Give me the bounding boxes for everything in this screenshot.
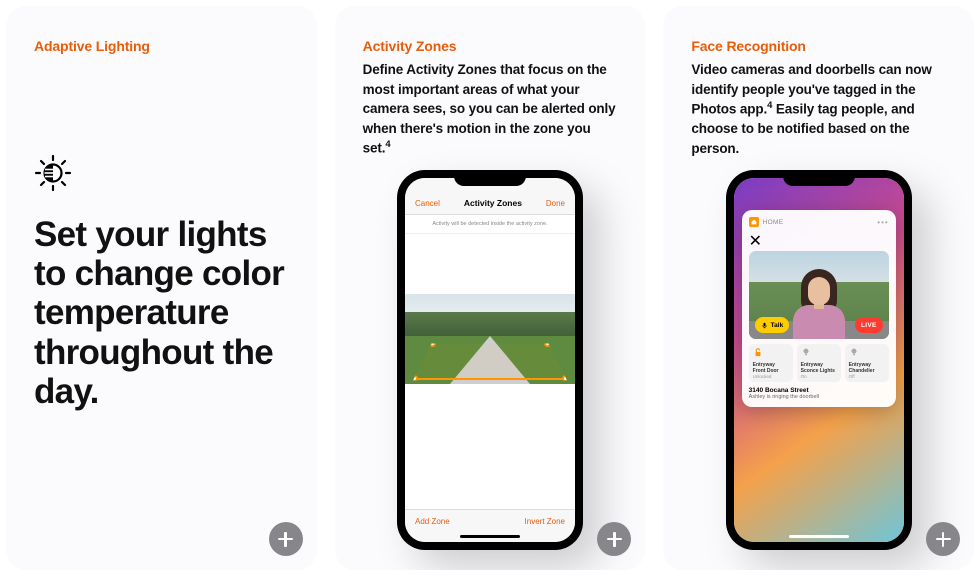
phone-screen-face-recognition: HOME ••• ✕ [734,178,904,542]
card-title: Face Recognition [691,38,946,54]
phone-mockup: HOME ••• ✕ [726,170,912,550]
tile-sconce-lights[interactable]: Entryway Sconce LightsOn [797,344,841,382]
phone-screen-activity-zones: Cancel Activity Zones Done Activity will… [405,178,575,542]
tile-chandelier[interactable]: Entryway ChandelierOff [845,344,889,382]
expand-button[interactable] [269,522,303,556]
card-description: Video cameras and doorbells can now iden… [691,60,946,158]
phone-mockup: Cancel Activity Zones Done Activity will… [397,170,583,550]
detected-person [788,265,850,339]
doorbell-video: Talk LIVE [749,251,889,339]
cancel-button[interactable]: Cancel [415,199,440,208]
notification-address: 3140 Bocana Street [749,387,889,394]
camera-preview [405,294,575,384]
card-headline: Set your lights to change color temperat… [34,215,289,411]
activity-zone-overlay[interactable] [413,340,567,380]
adaptive-bulb-icon [34,154,289,197]
phone-notch [454,170,526,186]
home-indicator [789,535,849,538]
tile-front-door[interactable]: Entryway Front DoorUnlocked [749,344,793,382]
close-icon[interactable]: ✕ [749,231,889,251]
card-description: Define Activity Zones that focus on the … [363,60,618,158]
card-title: Adaptive Lighting [34,38,289,54]
phone-notch [783,170,855,186]
talk-button[interactable]: Talk [755,317,790,333]
app-name: HOME [763,219,874,226]
done-button[interactable]: Done [546,199,565,208]
doorbell-notification[interactable]: HOME ••• ✕ [742,210,896,407]
live-badge: LIVE [855,317,883,333]
mic-icon [761,322,768,329]
add-zone-button[interactable]: Add Zone [415,517,450,526]
notification-event: Ashley is ringing the doorbell [749,394,889,400]
expand-button[interactable] [926,522,960,556]
card-face-recognition: Face Recognition Video cameras and doorb… [663,6,974,570]
card-activity-zones: Activity Zones Define Activity Zones tha… [335,6,646,570]
bulb-icon [849,347,859,357]
modal-title: Activity Zones [464,198,522,208]
card-adaptive-lighting: Adaptive Lighting [6,6,317,570]
card-title: Activity Zones [363,38,618,54]
home-indicator [460,535,520,538]
home-app-icon [749,217,759,227]
bulb-icon [801,347,811,357]
more-icon[interactable]: ••• [877,218,888,227]
lock-open-icon [753,347,763,357]
invert-zone-button[interactable]: Invert Zone [525,517,565,526]
accessory-tiles: Entryway Front DoorUnlocked Entryway Sco… [749,344,889,382]
modal-subtitle: Activity will be detected inside the act… [405,215,575,234]
